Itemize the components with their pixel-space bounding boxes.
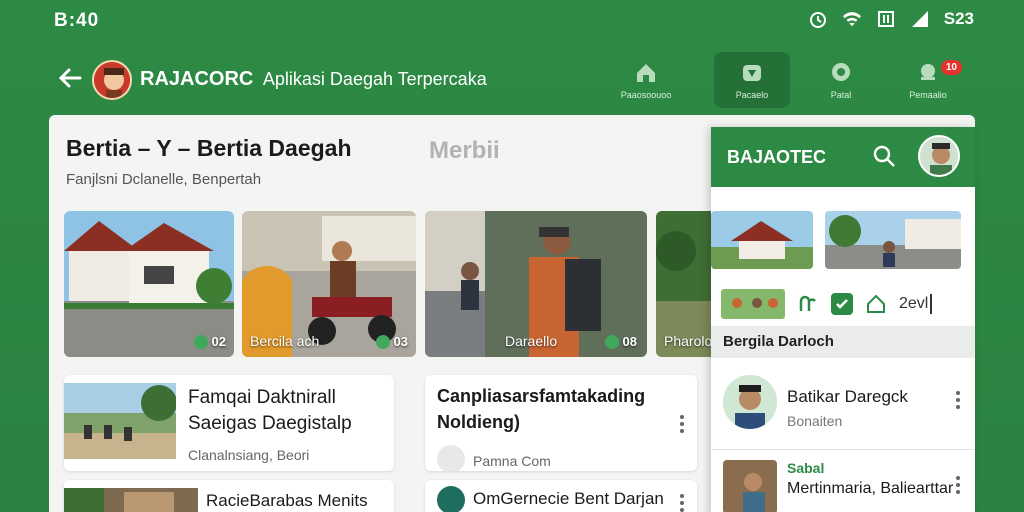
card-thumbnail <box>64 488 198 512</box>
card-thumbnail <box>64 383 176 459</box>
list-item-title: Sabal <box>787 460 825 476</box>
more-options-icon[interactable] <box>679 494 685 512</box>
mini-thumbnail[interactable] <box>721 289 785 319</box>
tile-count-value: 02 <box>211 334 226 349</box>
card-title: Famqai Daktnirall Saeigas Daegistalp <box>188 385 352 437</box>
more-options-icon[interactable] <box>955 476 961 494</box>
news-card[interactable]: Canpliasarsfamtakading Noldieng) Pamna C… <box>425 375 697 471</box>
drawer-header: BAJAOTEC <box>711 127 975 187</box>
vibrate-icon <box>876 9 896 29</box>
card-title-line1: Famqai Daktnirall <box>188 387 336 408</box>
card-title: RacieBarabas Menits <box>206 491 368 510</box>
nav-location-label: Patal <box>830 90 852 100</box>
tile-count-value: 03 <box>393 334 408 349</box>
signal-icon <box>910 9 930 29</box>
tile-caption: Bercila ach <box>250 333 320 349</box>
tile-count: 08 <box>604 334 637 349</box>
news-icon <box>743 65 761 81</box>
home-icon <box>637 64 655 82</box>
app-screen: B:40 S23 RAJACORC Aplikasi Daegah Terper… <box>0 0 1024 512</box>
app-logo <box>92 60 132 100</box>
nav-home-label: Paaosoouoo <box>620 90 672 100</box>
list-item-title: Batikar Daregck <box>787 387 908 406</box>
drawer-section-header: Bergila Darloch <box>711 326 975 358</box>
card-meta: Pamna Com <box>473 453 551 469</box>
news-tile[interactable]: Daraello 08 <box>425 211 647 357</box>
home-outline-icon[interactable] <box>865 293 887 315</box>
nav-notifications[interactable]: Pemaalio 10 <box>890 52 966 108</box>
news-card[interactable]: OmGernecie Bent Darjan <box>425 480 697 512</box>
news-card[interactable]: Famqai Daktnirall Saeigas Daegistalp Cla… <box>64 375 394 471</box>
drawer-title: BAJAOTEC <box>727 147 827 167</box>
more-options-icon[interactable] <box>955 391 961 409</box>
search-icon[interactable] <box>871 143 897 169</box>
news-tile[interactable]: Pharolo <box>656 211 716 357</box>
card-title-line1: Canpliasarsfamtakading <box>437 386 646 406</box>
tile-count-value: 08 <box>622 334 637 349</box>
user-avatar[interactable] <box>918 135 960 177</box>
share-icon[interactable] <box>437 445 465 471</box>
bell-icon <box>921 64 935 80</box>
card-title: Canpliasarsfamtakading Noldieng) <box>437 383 645 435</box>
app-bar: RAJACORC Aplikasi Daegah Terpercaka Paao… <box>0 52 1024 112</box>
drawer-thumbnail[interactable] <box>711 211 813 269</box>
app-title: RAJACORC Aplikasi Daegah Terpercaka <box>140 68 487 91</box>
comment-icon <box>193 334 208 349</box>
notification-badge: 10 <box>940 60 962 75</box>
tab-secondary[interactable]: Merbii <box>429 137 500 165</box>
page-subtitle: Fanjlsni Dclanelle, Benpertah <box>66 171 262 188</box>
nav-notifications-label: Pemaalio <box>909 90 947 100</box>
nav-news[interactable]: Pacaelo <box>714 52 790 108</box>
card-meta: Clanalnsiang, Beori <box>188 447 310 463</box>
drawer-search-input[interactable]: 2evl <box>899 294 933 314</box>
list-item-subtitle: Bonaiten <box>787 413 843 429</box>
tile-count: 02 <box>193 334 226 349</box>
list-item-avatar <box>723 460 777 512</box>
status-bar: B:40 S23 <box>0 0 1024 40</box>
alarm-icon <box>808 9 828 29</box>
nav-home[interactable]: Paaosoouoo <box>608 52 684 108</box>
status-time: B:40 <box>54 10 100 31</box>
news-card[interactable]: RacieBarabas Menits <box>64 480 394 512</box>
check-icon[interactable] <box>831 293 853 315</box>
side-drawer: BAJAOTEC 2evl Bergila Darloch Batikar Da… <box>711 127 975 512</box>
card-title-line2: Noldieng) <box>437 412 520 432</box>
card-title-line2: Saeigas Daegistalp <box>188 413 352 434</box>
list-item[interactable]: Batikar Daregck Bonaiten <box>711 365 975 447</box>
app-tagline: Aplikasi Daegah Terpercaka <box>262 69 487 89</box>
wifi-icon <box>842 9 862 29</box>
tile-caption: Pharolo <box>664 333 713 349</box>
card-title: OmGernecie Bent Darjan <box>473 489 664 508</box>
tile-caption: Daraello <box>505 333 558 349</box>
chat-icon[interactable] <box>797 293 819 315</box>
battery-level: S23 <box>943 9 974 28</box>
nav-news-label: Pacaelo <box>735 90 769 100</box>
drawer-quick-row: 2evl <box>721 289 933 319</box>
status-icons: S23 <box>808 9 974 29</box>
more-options-icon[interactable] <box>679 415 685 433</box>
comment-icon <box>375 334 390 349</box>
location-icon <box>832 63 850 81</box>
list-item-subtitle: Mertinmaria, Baliearttar <box>787 480 954 497</box>
list-item-avatar <box>723 375 777 429</box>
tile-count: 03 <box>375 334 408 349</box>
nav-location[interactable]: Patal <box>803 52 879 108</box>
app-name: RAJACORC <box>140 68 254 90</box>
news-tile[interactable]: 02 <box>64 211 234 357</box>
category-icon <box>437 486 465 512</box>
page-title: Bertia – Y – Bertia Daegah <box>66 135 352 161</box>
back-arrow-icon[interactable] <box>56 64 84 92</box>
comment-icon <box>604 334 619 349</box>
list-item[interactable]: Sabal Mertinmaria, Baliearttar <box>711 449 975 512</box>
news-tile[interactable]: Bercila ach 03 <box>242 211 416 357</box>
drawer-thumbnail[interactable] <box>825 211 961 269</box>
